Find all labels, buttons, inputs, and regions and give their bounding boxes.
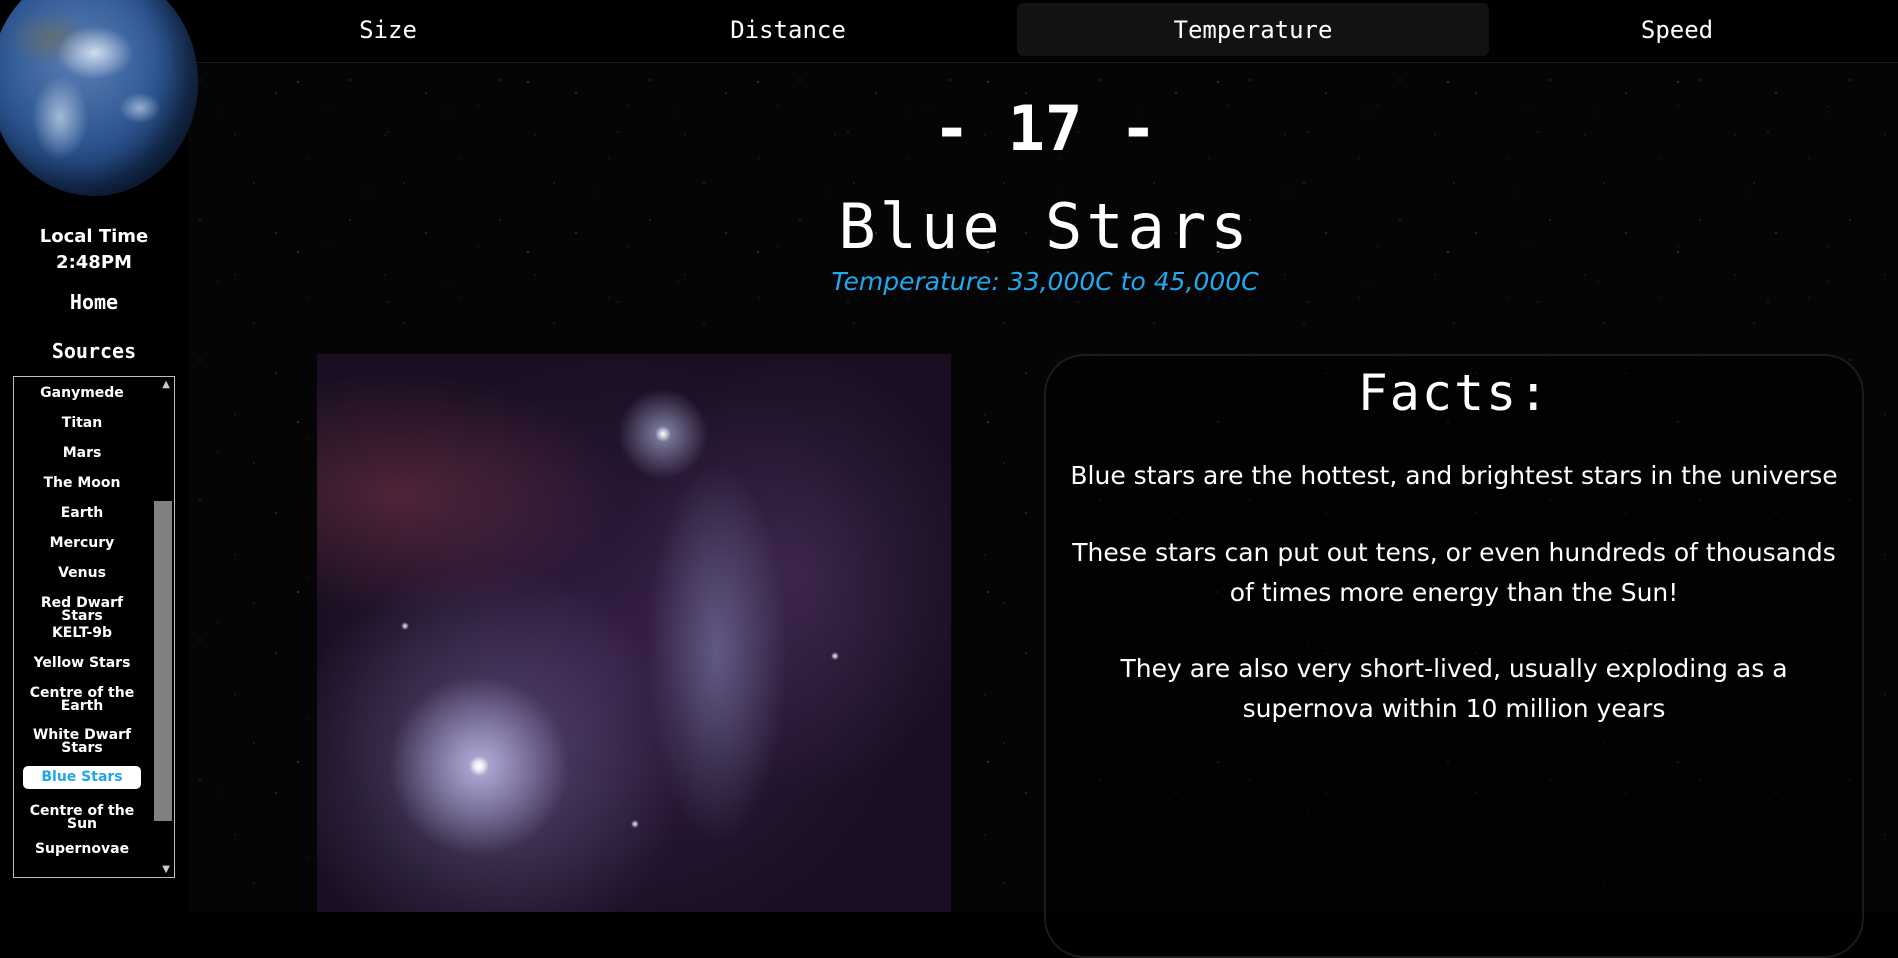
list-item[interactable]: KELT-9b [23,626,141,640]
tab-size[interactable]: Size [188,3,588,56]
list-item[interactable]: Red Dwarf Stars [23,596,141,623]
page-title: Blue Stars [838,190,1252,263]
list-item[interactable]: Mars [23,446,141,460]
fact-text: These stars can put out tens, or even hu… [1072,538,1836,607]
list-item[interactable]: Earth [23,506,141,520]
tab-temperature[interactable]: Temperature [1017,3,1489,56]
scroll-thumb[interactable] [154,501,172,821]
home-link[interactable]: Home [0,290,188,314]
list-item[interactable]: Supernovae [23,842,141,856]
list-item[interactable]: Mercury [23,536,141,550]
temperature-subtitle: Temperature: 33,000C to 45,000C [831,267,1259,296]
list-item[interactable]: Centre of the Earth [23,686,141,713]
list-scrollbar[interactable]: ▲ ▼ [154,377,174,877]
tab-distance[interactable]: Distance [588,3,988,56]
list-item[interactable]: Yellow Stars [23,656,141,670]
fact-text: They are also very short-lived, usually … [1120,654,1788,723]
tab-speed[interactable]: Speed [1489,3,1865,56]
local-time-label: Local Time [39,226,149,247]
facts-card: Facts: Blue stars are the hottest, and b… [1044,354,1864,958]
list-item[interactable]: Centre of the Sun [23,804,141,831]
scroll-down-icon[interactable]: ▼ [162,864,170,875]
list-item-selected[interactable]: Blue Stars [23,766,141,789]
fact-text: Blue stars are the hottest, and brightes… [1070,461,1838,490]
local-time-value: 2:48PM [56,252,132,273]
top-nav: Size Distance Temperature Speed [188,0,1898,63]
topic-list[interactable]: Ganymede Titan Mars The Moon Earth Mercu… [13,376,175,878]
scroll-up-icon[interactable]: ▲ [162,379,170,390]
list-item[interactable]: Ganymede [23,386,141,400]
item-number: - 17 - [933,92,1157,165]
sidebar: Local Time 2:48PM Home Sources Ganymede … [0,0,198,912]
facts-title: Facts: [1357,364,1551,422]
sources-link[interactable]: Sources [0,339,188,363]
list-item[interactable]: Venus [23,566,141,580]
list-item[interactable]: White Dwarf Stars [23,728,141,755]
earth-logo [0,0,198,196]
list-item[interactable]: The Moon [23,476,141,490]
list-item[interactable]: Titan [23,416,141,430]
blue-stars-image [317,354,951,912]
